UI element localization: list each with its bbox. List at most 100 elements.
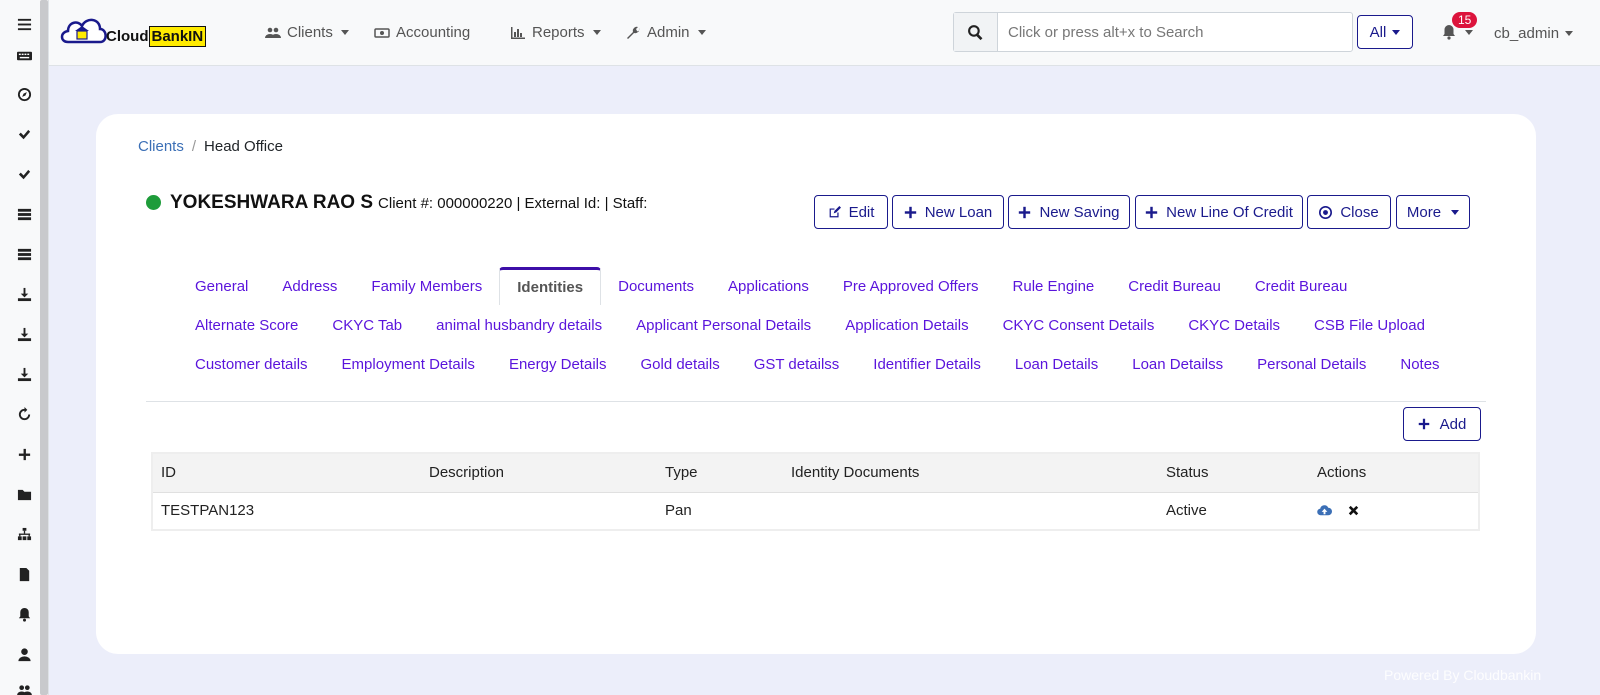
tab-ckyc-details[interactable]: CKYC Details <box>1171 306 1297 344</box>
caret-down-icon <box>1465 29 1473 35</box>
nav-reports-label: Reports <box>532 24 585 41</box>
compass-icon[interactable] <box>14 84 34 104</box>
user-menu[interactable]: cb_admin <box>1494 25 1574 42</box>
tab-applications[interactable]: Applications <box>711 267 826 305</box>
users-icon <box>265 27 281 38</box>
more-dropdown[interactable]: More <box>1396 195 1470 229</box>
identities-table: ID Description Type Identity Documents S… <box>151 452 1480 531</box>
tab-identities[interactable]: Identities <box>499 267 602 305</box>
tab-gold-details[interactable]: Gold details <box>623 345 736 383</box>
tab-energy-details[interactable]: Energy Details <box>492 345 624 383</box>
nav-clients[interactable]: Clients <box>265 24 349 41</box>
table-row: TESTPAN123 Pan Active <box>153 492 1478 529</box>
tab-application-details[interactable]: Application Details <box>828 306 985 344</box>
search-scope-label: All <box>1369 23 1387 41</box>
tab-animal-husbandry-details[interactable]: animal husbandry details <box>419 306 619 344</box>
new-line-of-credit-button[interactable]: New Line Of Credit <box>1135 195 1303 229</box>
tabs-row-2: Alternate Score CKYC Tab animal husbandry … <box>178 306 1442 344</box>
tab-csb-file-upload[interactable]: CSB File Upload <box>1297 306 1442 344</box>
caret-down-icon <box>340 30 349 35</box>
tab-credit-bureau[interactable]: Credit Bureau <box>1238 267 1365 305</box>
add-identity-button[interactable]: Add <box>1403 407 1481 441</box>
add-button-label: Add <box>1439 415 1467 433</box>
search-scope-dropdown[interactable]: All <box>1357 15 1413 49</box>
caret-down-icon <box>697 30 706 35</box>
tab-family-members[interactable]: Family Members <box>354 267 499 305</box>
check-icon[interactable] <box>14 124 34 144</box>
client-card: Clients / Head Office YOKESHWARA RAO S C… <box>96 114 1536 654</box>
tab-ckyc-tab[interactable]: CKYC Tab <box>315 306 419 344</box>
brand-word-cloud: Cloud <box>106 28 149 45</box>
users-icon[interactable] <box>14 680 34 695</box>
search-input[interactable] <box>998 13 1348 51</box>
tab-gst-detailss[interactable]: GST detailss <box>737 345 857 383</box>
wrench-icon <box>627 26 640 39</box>
new-loan-button[interactable]: New Loan <box>892 195 1004 229</box>
nav-accounting[interactable]: Accounting <box>374 24 470 41</box>
tab-documents[interactable]: Documents <box>601 267 711 305</box>
new-saving-button[interactable]: New Saving <box>1008 195 1130 229</box>
edit-button[interactable]: Edit <box>814 195 888 229</box>
download-icon-2[interactable] <box>14 324 34 344</box>
rail-scrollbar[interactable] <box>40 0 48 695</box>
tab-address[interactable]: Address <box>265 267 354 305</box>
nav-reports[interactable]: Reports <box>510 24 601 41</box>
plus-icon[interactable] <box>14 444 34 464</box>
sitemap-icon[interactable] <box>14 524 34 544</box>
plus-icon <box>1145 206 1158 218</box>
tabs-row-3: Customer details Employment Details Energy… <box>178 345 1457 383</box>
tab-ckyc-consent-details[interactable]: CKYC Consent Details <box>986 306 1172 344</box>
hamburger-menu-icon[interactable] <box>14 14 34 34</box>
server-icon[interactable] <box>14 204 34 224</box>
cell-identity-documents <box>783 492 1158 529</box>
cell-status: Active <box>1166 502 1207 520</box>
tab-personal-details[interactable]: Personal Details <box>1240 345 1383 383</box>
nav-admin-label: Admin <box>647 24 690 41</box>
brand-word-bankin: BankIN <box>148 26 207 47</box>
bell-icon[interactable] <box>14 604 34 624</box>
tabs-divider <box>146 401 1486 402</box>
nav-admin[interactable]: Admin <box>625 24 706 41</box>
breadcrumb-separator: / <box>191 138 197 155</box>
top-navbar: Cloud BankIN Clients Accounting Reports A… <box>49 0 1600 66</box>
tab-customer-details[interactable]: Customer details <box>178 345 325 383</box>
refresh-icon[interactable] <box>14 404 34 424</box>
new-line-of-credit-label: New Line Of Credit <box>1166 203 1293 221</box>
footer-powered-by: Powered By Cloudbankin <box>1384 667 1542 683</box>
icon-rail <box>0 0 49 695</box>
tab-pre-approved-offers[interactable]: Pre Approved Offers <box>826 267 996 305</box>
server-icon-2[interactable] <box>14 244 34 264</box>
close-client-button[interactable]: Close <box>1307 195 1391 229</box>
tab-loan-details[interactable]: Loan Details <box>998 345 1115 383</box>
column-header-status: Status <box>1158 454 1309 493</box>
tab-notes[interactable]: Notes <box>1383 345 1456 383</box>
user-name: cb_admin <box>1494 25 1560 42</box>
tab-applicant-personal-details[interactable]: Applicant Personal Details <box>619 306 828 344</box>
user-icon[interactable] <box>14 644 34 664</box>
column-header-type: Type <box>657 454 783 493</box>
nav-clients-label: Clients <box>287 24 333 41</box>
new-saving-label: New Saving <box>1039 203 1120 221</box>
tab-rule-engine[interactable]: Rule Engine <box>996 267 1112 305</box>
search-icon[interactable] <box>954 13 998 51</box>
keyboard-icon[interactable] <box>14 45 34 65</box>
tab-credit-bureau[interactable]: Credit Bureau <box>1111 267 1238 305</box>
column-header-description: Description <box>421 454 657 493</box>
tab-identifier-details[interactable]: Identifier Details <box>856 345 998 383</box>
download-icon[interactable] <box>14 284 34 304</box>
plus-icon <box>1418 418 1429 430</box>
tab-alternate-score[interactable]: Alternate Score <box>178 306 315 344</box>
notification-count-badge: 15 <box>1452 12 1478 28</box>
tab-loan-detailss[interactable]: Loan Detailss <box>1115 345 1240 383</box>
file-icon[interactable] <box>14 564 34 584</box>
tab-general[interactable]: General <box>178 267 265 305</box>
folder-icon[interactable] <box>14 484 34 504</box>
breadcrumb-clients-link[interactable]: Clients <box>138 138 184 155</box>
download-icon-3[interactable] <box>14 364 34 384</box>
tabs-row-1: General Address Family Members Identities Do… <box>178 267 1364 305</box>
cloud-upload-icon[interactable] <box>1317 503 1332 518</box>
caret-down-icon <box>1392 29 1401 35</box>
check-icon-2[interactable] <box>14 164 34 184</box>
tab-employment-details[interactable]: Employment Details <box>325 345 492 383</box>
delete-x-icon[interactable] <box>1346 503 1361 518</box>
